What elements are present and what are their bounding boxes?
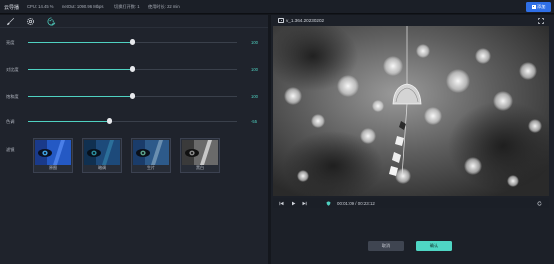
cancel-button[interactable]: 取消 [368,241,404,251]
play-icon[interactable] [291,201,296,206]
app-title: 云导播 [4,5,20,11]
saturation-slider-handle[interactable] [129,93,136,99]
hue-slider-handle[interactable] [106,118,113,124]
filter-original-name: 原图 [49,164,57,170]
video-file-icon [278,18,284,23]
add-button[interactable]: 添加 [526,2,551,12]
dialog-actions: 取消 确认 [271,241,554,253]
brightness-slider-row: 亮度 100 [0,38,268,46]
brightness-label: 亮度 [6,39,15,45]
playback-time: 00:01:09 / 00:23:12 [337,200,375,206]
filter-dark-thumbnail [84,140,120,165]
settings-icon[interactable] [26,17,35,26]
filter-raw-thumbnail [133,140,169,165]
brightness-value: 100 [251,39,258,45]
video-filename: v_1.364.20230202 [286,18,325,23]
playback-controls: 00:01:09 / 00:23:12 [273,198,549,208]
saturation-label: 饱和度 [6,93,19,99]
saturation-slider[interactable] [28,93,237,99]
hue-slider-row: 色调 -55 [0,117,268,125]
contrast-slider-row: 对比度 100 [0,65,268,73]
netout-stat: netOut: 1090.96 Mbps [62,4,104,9]
filter-mono-thumbnail [182,140,218,165]
video-frame-image [273,26,549,196]
fullscreen-icon[interactable] [538,17,544,24]
contrast-value: 100 [251,66,258,72]
saturation-value: 100 [251,93,258,99]
duration-stat: 使用时长: 22 min [148,4,180,9]
brush-icon[interactable] [6,17,15,26]
video-header: v_1.364.20230202 [271,15,549,26]
filter-mono[interactable]: 黑白 [180,138,220,173]
contrast-slider[interactable] [28,66,237,72]
top-bar: 云导播 CPU: 14.45 % netOut: 1090.96 Mbps 切换… [0,0,554,14]
add-icon [531,4,536,9]
video-preview[interactable] [273,26,549,196]
hue-slider[interactable] [28,118,237,124]
confirm-button[interactable]: 确认 [416,241,452,251]
filter-raw-name: 生片 [147,164,155,170]
contrast-slider-handle[interactable] [129,66,136,72]
preview-panel: v_1.364.20230202 00:01:09 / 00:23:12 取消 … [271,15,554,264]
filter-original[interactable]: 原图 [33,138,73,173]
tool-tabs [0,15,268,28]
saturation-slider-row: 饱和度 100 [0,92,268,100]
filter-original-thumbnail [35,140,71,165]
refresh-icon[interactable] [537,201,542,206]
shield-icon [326,200,331,206]
skip-back-icon[interactable] [279,201,284,206]
add-button-label: 添加 [537,4,546,9]
filter-dark[interactable]: 暗调 [82,138,122,173]
hue-value: -55 [251,118,258,124]
adjustment-panel: 亮度 100 对比度 100 饱和度 100 色调 -55 滤镜 原图 暗调 生… [0,15,268,264]
brightness-slider-handle[interactable] [129,39,136,45]
palette-icon[interactable] [47,17,56,26]
filter-raw[interactable]: 生片 [131,138,171,173]
brightness-slider[interactable] [28,39,237,45]
skip-forward-icon[interactable] [302,201,307,206]
filter-label: 滤镜 [6,147,15,152]
filter-dark-name: 暗调 [98,164,106,170]
streams-stat: 切换打开数: 1 [114,4,140,9]
hue-label: 色调 [6,118,15,124]
contrast-label: 对比度 [6,66,19,72]
filter-mono-name: 黑白 [196,164,204,170]
cpu-stat: CPU: 14.45 % [27,4,54,9]
